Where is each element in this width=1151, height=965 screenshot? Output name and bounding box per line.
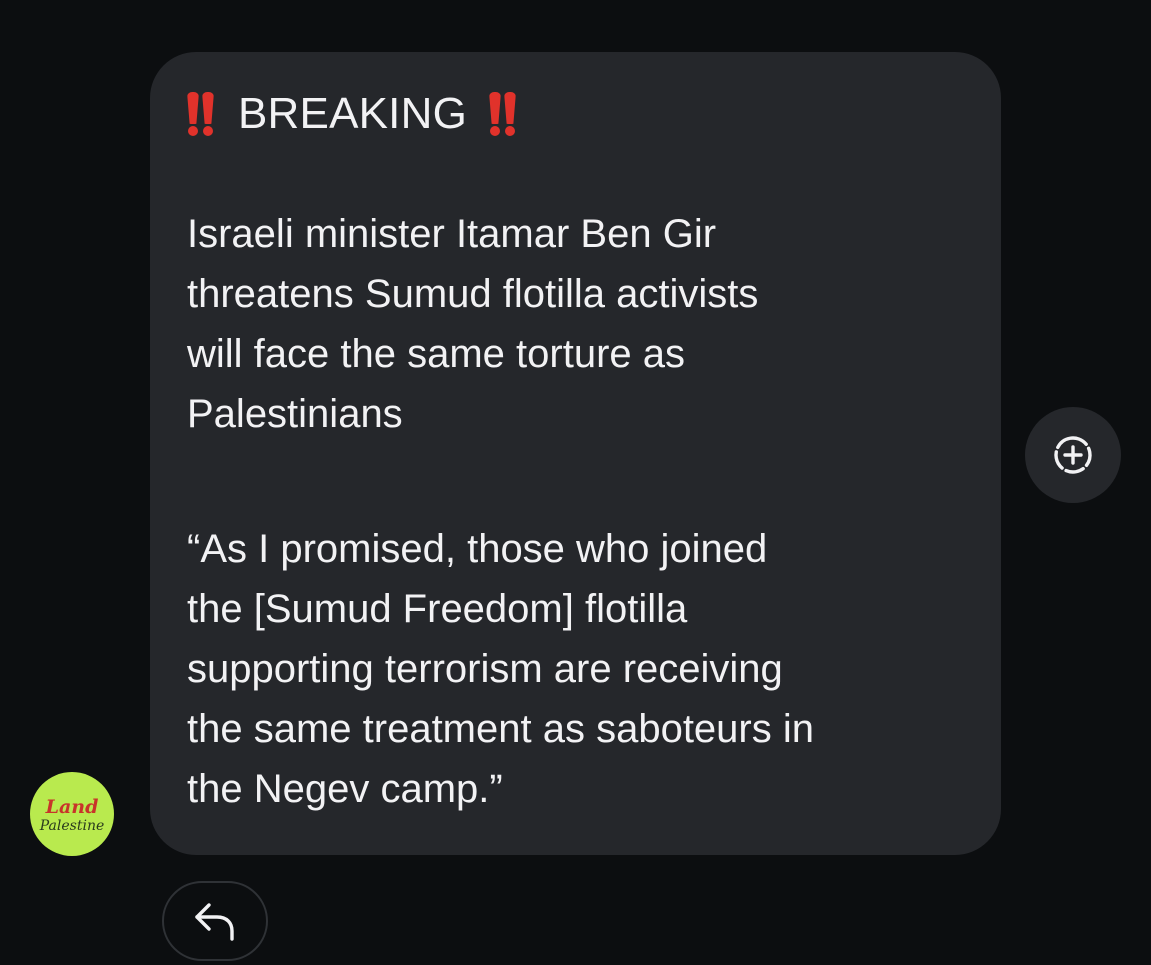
message-paragraph-2: “As I promised, those who joined the [Su…	[187, 527, 814, 811]
message-bubble[interactable]: BREAKING Israeli minister Itamar Ben Gir…	[150, 52, 1001, 855]
avatar-text-line-1: Land	[45, 795, 99, 818]
double-exclamation-icon	[489, 92, 516, 136]
headline-row: BREAKING	[187, 84, 971, 144]
add-reaction-button[interactable]	[1025, 407, 1121, 503]
sender-avatar[interactable]: Land Palestine	[30, 772, 114, 856]
message-paragraph-1: Israeli minister Itamar Ben Gir threaten…	[187, 212, 759, 436]
double-exclamation-icon	[187, 92, 214, 136]
reply-button[interactable]	[162, 881, 268, 961]
avatar-text-line-2: Palestine	[39, 817, 105, 834]
add-reaction-icon	[1054, 436, 1092, 474]
headline-text: BREAKING	[238, 89, 467, 138]
reply-arrow-icon	[195, 903, 234, 941]
